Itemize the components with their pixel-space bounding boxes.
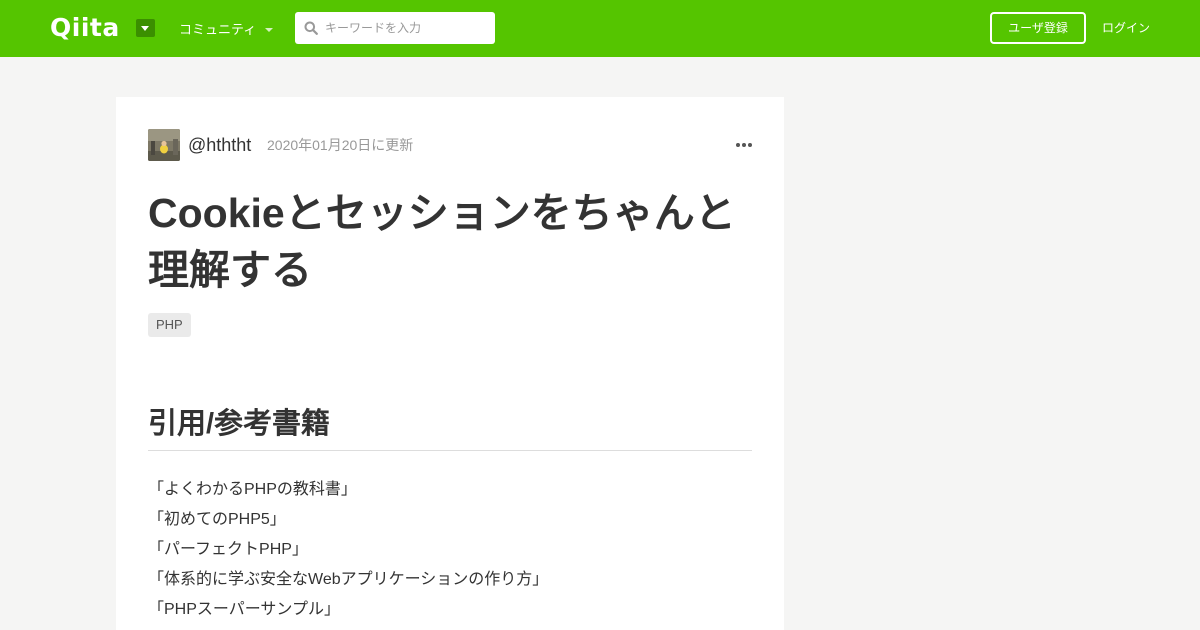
qiita-logo[interactable]: Qiita [50, 14, 120, 42]
list-item: 「パーフェクトPHP」 [148, 541, 308, 558]
signup-button[interactable]: ユーザ登録 [990, 12, 1086, 44]
more-options-icon[interactable] [732, 137, 756, 153]
article-card: @hththt 2020年01月20日に更新 Cookieとセッションをちゃんと… [116, 97, 784, 630]
search-icon [304, 21, 318, 35]
list-item: 「初めてのPHP5」 [148, 511, 286, 528]
reference-book-list: 「よくわかるPHPの教科書」 「初めてのPHP5」 「パーフェクトPHP」 「体… [148, 475, 548, 625]
community-menu[interactable]: コミュニティ [179, 21, 274, 39]
login-link[interactable]: ログイン [1102, 20, 1150, 36]
author-avatar[interactable] [148, 129, 180, 161]
caret-down-icon [265, 27, 274, 32]
updated-date: 2020年01月20日に更新 [267, 137, 414, 153]
logo-menu-button[interactable] [136, 19, 155, 37]
article-title: Cookieとセッションをちゃんと 理解する [148, 185, 758, 299]
search-box [295, 12, 495, 44]
search-input[interactable] [325, 12, 490, 44]
title-line-2: 理解する [148, 247, 312, 293]
top-navbar: Qiita コミュニティ ユーザ登録 ログイン [0, 0, 1200, 57]
chevron-down-icon [141, 26, 149, 31]
list-item: 「体系的に学ぶ安全なWebアプリケーションの作り方」 [148, 571, 549, 588]
list-item: 「よくわかるPHPの教科書」 [148, 481, 357, 498]
author-link[interactable]: @hththt [188, 134, 251, 156]
tag-php[interactable]: PHP [148, 313, 191, 337]
list-item: 「PHPスーパーサンプル」 [148, 601, 340, 618]
section-heading: 引用/参考書籍 [148, 408, 331, 440]
community-label: コミュニティ [179, 22, 257, 37]
heading-divider [148, 450, 752, 451]
title-line-1: Cookieとセッションをちゃんと [148, 190, 736, 236]
